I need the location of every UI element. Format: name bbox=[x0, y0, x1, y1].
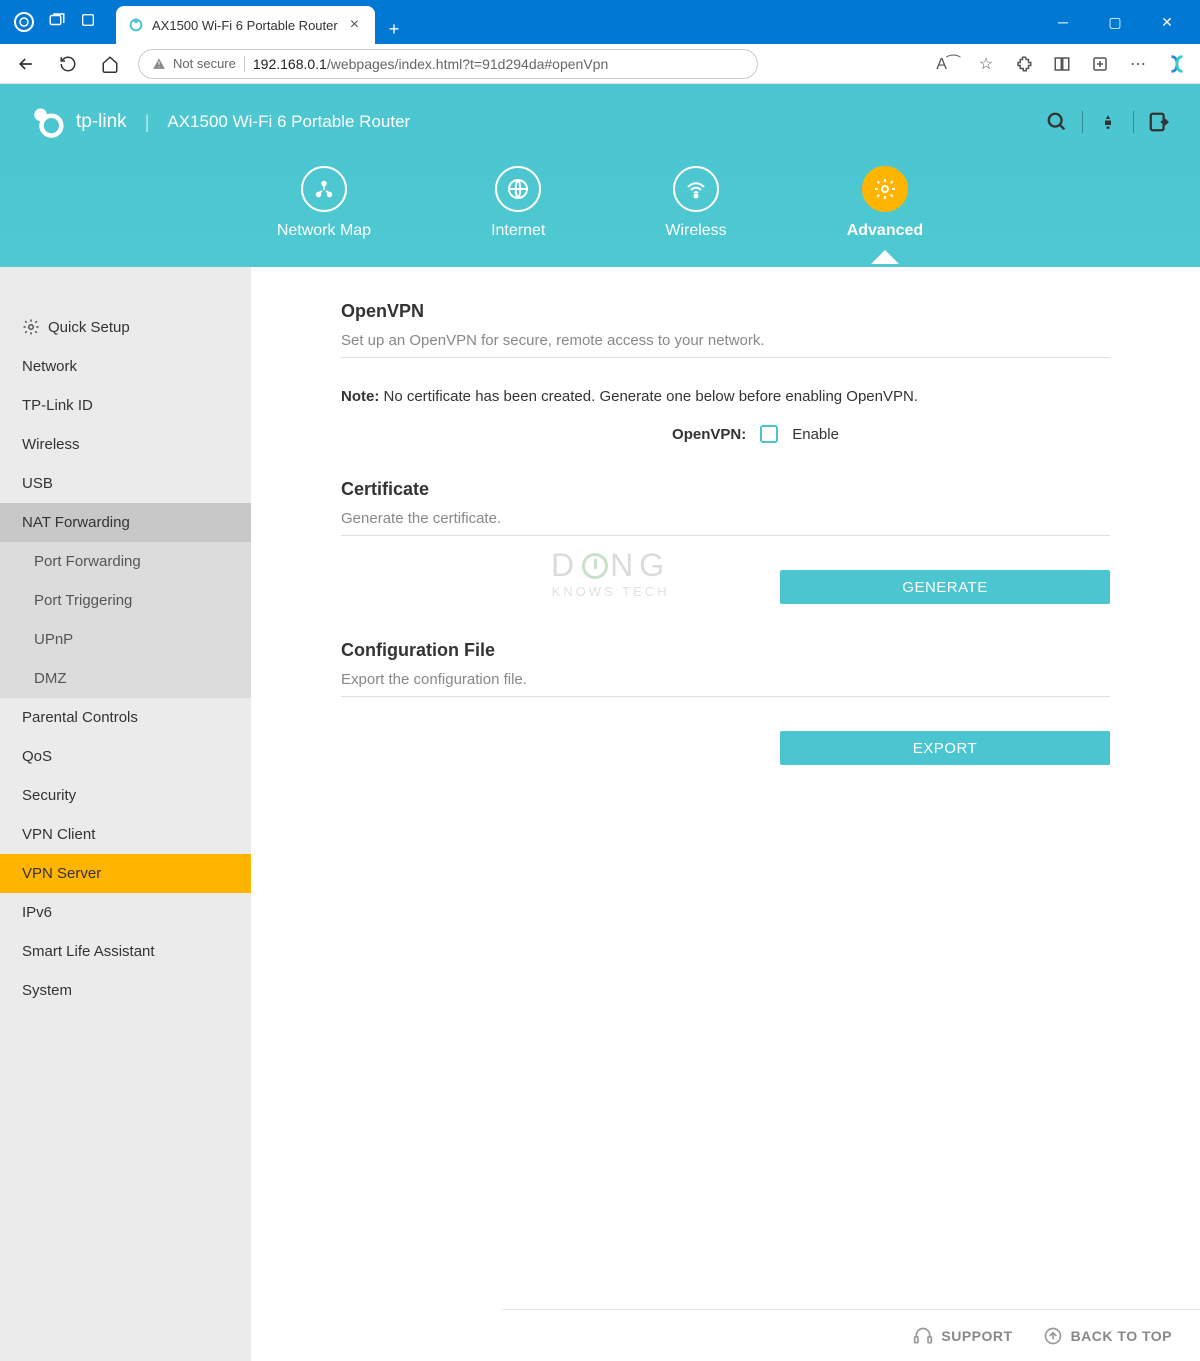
maximize-button[interactable]: ▢ bbox=[1100, 14, 1130, 31]
url-text: 192.168.0.1/webpages/index.html?t=91d294… bbox=[253, 56, 608, 72]
security-warning-icon: Not secure bbox=[151, 56, 236, 72]
sidebar-security[interactable]: Security bbox=[0, 776, 251, 815]
close-window-button[interactable]: ✕ bbox=[1152, 14, 1182, 31]
sidebar: Quick Setup Network TP-Link ID Wireless … bbox=[0, 267, 251, 1361]
sidebar-ipv6[interactable]: IPv6 bbox=[0, 893, 251, 932]
config-file-title: Configuration File bbox=[341, 640, 1110, 661]
brand-logo: tp-link | AX1500 Wi-Fi 6 Portable Router bbox=[28, 104, 410, 140]
address-bar: Not secure 192.168.0.1/webpages/index.ht… bbox=[0, 44, 1200, 84]
openvpn-title: OpenVPN bbox=[341, 301, 1110, 322]
url-input[interactable]: Not secure 192.168.0.1/webpages/index.ht… bbox=[138, 49, 758, 79]
openvpn-enable-checkbox[interactable] bbox=[760, 425, 778, 443]
tab-title: AX1500 Wi-Fi 6 Portable Router bbox=[152, 18, 338, 33]
sidebar-tplink-id[interactable]: TP-Link ID bbox=[0, 386, 251, 425]
refresh-button[interactable] bbox=[54, 50, 82, 78]
sidebar-nat-forwarding[interactable]: NAT Forwarding bbox=[0, 503, 251, 542]
nav-tab-advanced[interactable]: Advanced bbox=[847, 166, 923, 240]
tab-actions-icon[interactable] bbox=[80, 12, 96, 33]
nav-tab-internet[interactable]: Internet bbox=[491, 166, 545, 240]
logout-icon[interactable] bbox=[1146, 109, 1172, 135]
openvpn-desc: Set up an OpenVPN for secure, remote acc… bbox=[341, 332, 1110, 358]
sidebar-vpn-client[interactable]: VPN Client bbox=[0, 815, 251, 854]
headset-icon bbox=[913, 1326, 933, 1346]
certificate-title: Certificate bbox=[341, 479, 1110, 500]
content-pane: DNG KNOWS TECH OpenVPN Set up an OpenVPN… bbox=[251, 267, 1200, 1361]
support-link[interactable]: SUPPORT bbox=[913, 1326, 1012, 1346]
nav-tab-wireless[interactable]: Wireless bbox=[665, 166, 726, 240]
gear-icon bbox=[22, 318, 40, 336]
arrow-up-circle-icon bbox=[1043, 1326, 1063, 1346]
sidebar-smart-life[interactable]: Smart Life Assistant bbox=[0, 932, 251, 971]
search-icon[interactable] bbox=[1044, 109, 1070, 135]
minimize-button[interactable]: ─ bbox=[1048, 14, 1078, 31]
sidebar-usb[interactable]: USB bbox=[0, 464, 251, 503]
copilot-icon[interactable] bbox=[1166, 53, 1188, 75]
sidebar-wireless[interactable]: Wireless bbox=[0, 425, 251, 464]
favorite-icon[interactable]: ☆ bbox=[976, 54, 996, 74]
generate-button[interactable]: GENERATE bbox=[780, 570, 1110, 604]
sidebar-port-forwarding[interactable]: Port Forwarding bbox=[0, 542, 251, 581]
sidebar-upnp[interactable]: UPnP bbox=[0, 620, 251, 659]
split-screen-icon[interactable] bbox=[1052, 54, 1072, 74]
main-navigation: Network Map Internet Wireless Advanced bbox=[0, 166, 1200, 240]
certificate-desc: Generate the certificate. bbox=[341, 510, 1110, 536]
openvpn-enable-label: Enable bbox=[792, 426, 839, 443]
collections-icon[interactable] bbox=[1090, 54, 1110, 74]
export-button[interactable]: EXPORT bbox=[780, 731, 1110, 765]
sidebar-qos[interactable]: QoS bbox=[0, 737, 251, 776]
internet-icon bbox=[495, 166, 541, 212]
device-name: AX1500 Wi-Fi 6 Portable Router bbox=[167, 112, 410, 132]
openvpn-note: Note: No certificate has been created. G… bbox=[341, 388, 1110, 405]
led-icon[interactable] bbox=[1095, 109, 1121, 135]
home-button[interactable] bbox=[96, 50, 124, 78]
extensions-icon[interactable] bbox=[1014, 54, 1034, 74]
sidebar-network[interactable]: Network bbox=[0, 347, 251, 386]
read-aloud-icon[interactable]: A⁀ bbox=[938, 54, 958, 74]
openvpn-field-label: OpenVPN: bbox=[672, 426, 746, 443]
sidebar-parental[interactable]: Parental Controls bbox=[0, 698, 251, 737]
sidebar-quick-setup[interactable]: Quick Setup bbox=[0, 307, 251, 347]
app-icon bbox=[14, 12, 34, 32]
sidebar-port-triggering[interactable]: Port Triggering bbox=[0, 581, 251, 620]
browser-tab[interactable]: AX1500 Wi-Fi 6 Portable Router × bbox=[116, 6, 375, 44]
tab-close-icon[interactable]: × bbox=[346, 16, 363, 34]
wireless-icon bbox=[673, 166, 719, 212]
back-button[interactable] bbox=[12, 50, 40, 78]
new-tab-button[interactable]: + bbox=[379, 14, 409, 44]
config-file-desc: Export the configuration file. bbox=[341, 671, 1110, 697]
sidebar-vpn-server[interactable]: VPN Server bbox=[0, 854, 251, 893]
sidebar-dmz[interactable]: DMZ bbox=[0, 659, 251, 698]
network-map-icon bbox=[301, 166, 347, 212]
tab-favicon-icon bbox=[128, 17, 144, 33]
nav-tab-network-map[interactable]: Network Map bbox=[277, 166, 371, 240]
workspaces-icon[interactable] bbox=[48, 11, 66, 34]
window-titlebar: AX1500 Wi-Fi 6 Portable Router × + ─ ▢ ✕ bbox=[0, 0, 1200, 44]
advanced-icon bbox=[862, 166, 908, 212]
more-icon[interactable]: ⋯ bbox=[1128, 54, 1148, 74]
router-header: tp-link | AX1500 Wi-Fi 6 Portable Router… bbox=[0, 84, 1200, 267]
back-to-top-link[interactable]: BACK TO TOP bbox=[1043, 1326, 1172, 1346]
footer: SUPPORT BACK TO TOP bbox=[502, 1309, 1200, 1361]
sidebar-system[interactable]: System bbox=[0, 971, 251, 1010]
